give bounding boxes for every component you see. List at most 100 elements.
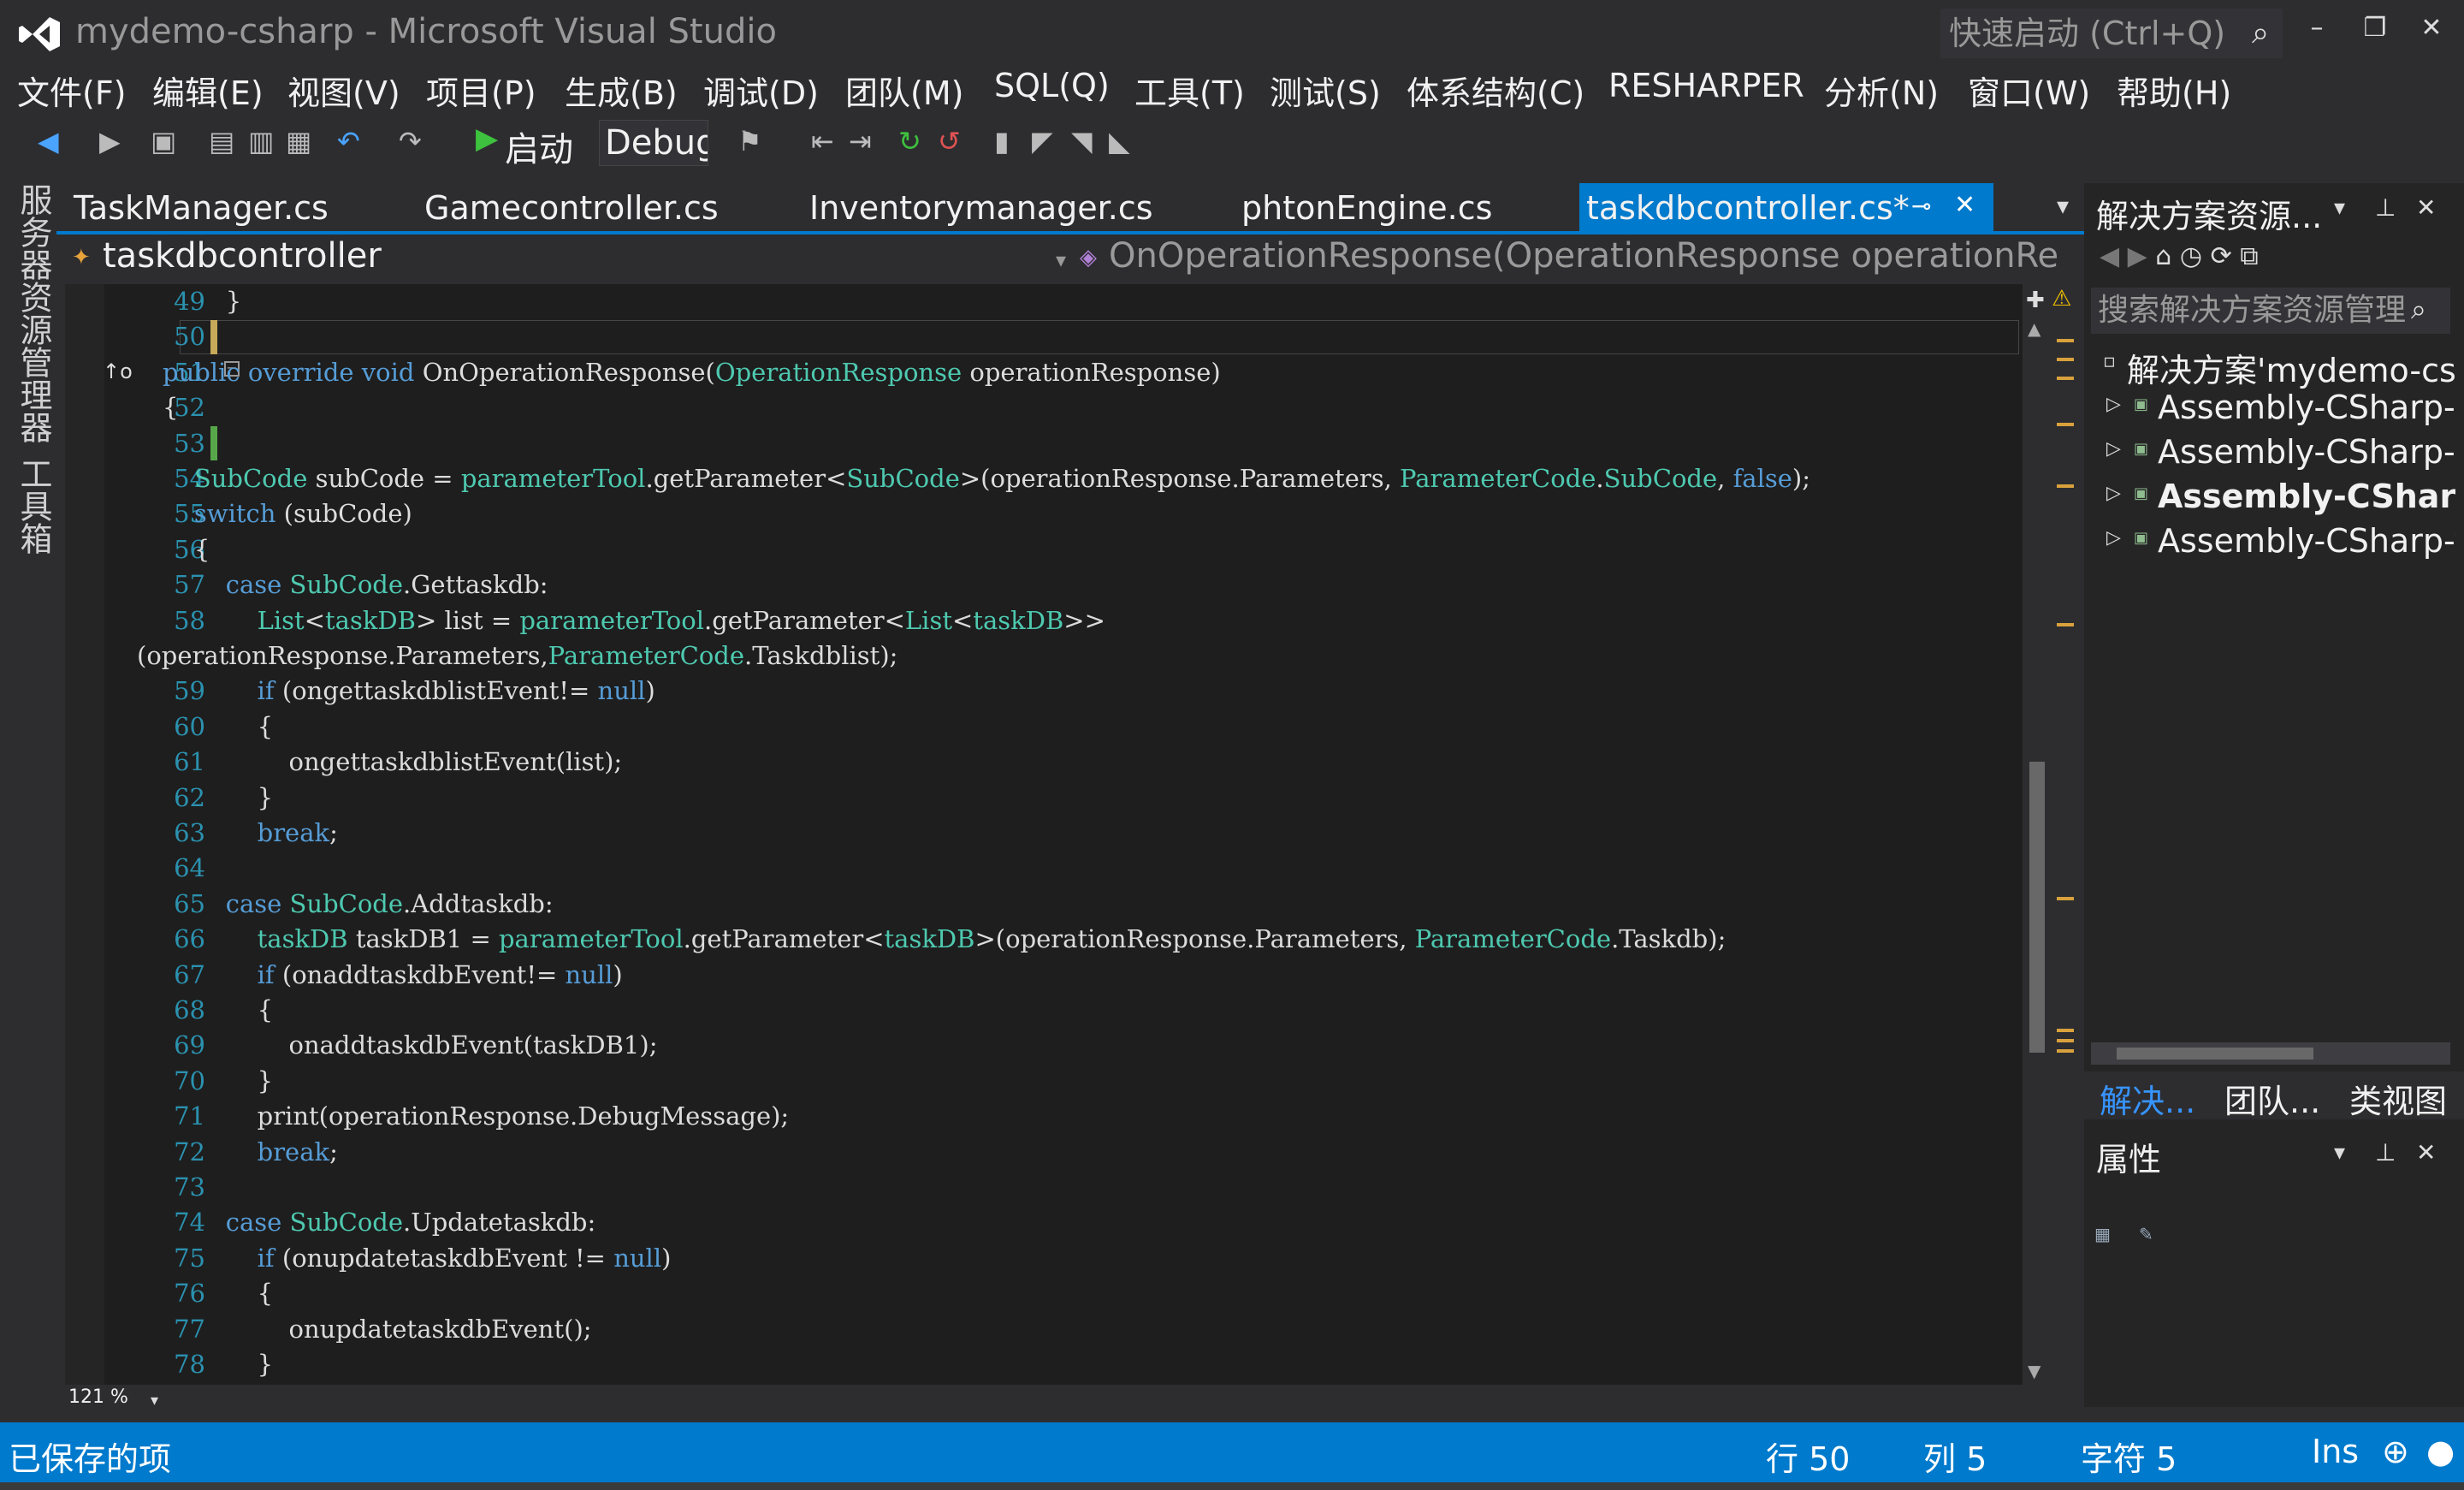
menu-analyze[interactable]: 分析(N) [1824,67,1939,114]
back-icon[interactable]: ◀ [2100,241,2119,271]
close-tab-icon[interactable]: ✕ [1954,190,1975,220]
back-icon[interactable]: ◀ [38,125,59,157]
zoom-dropdown-icon[interactable]: ▾ [151,1392,158,1410]
scroll-marker[interactable] [2057,358,2074,361]
code-line[interactable]: if (ongettaskdblistEvent!= null) [163,674,655,709]
type-dropdown[interactable]: taskdbcontroller [103,236,382,276]
menu-sql[interactable]: SQL(Q) [994,67,1110,104]
menu-debug[interactable]: 调试(D) [703,67,819,114]
menu-team[interactable]: 团队(M) [845,67,963,114]
solution-search-input[interactable]: 搜索解决方案资源管理 [2091,288,2450,334]
code-line[interactable]: SubCode subCode = parameterTool.getParam… [163,461,1810,496]
tab-gamecontroller[interactable]: Gamecontroller.cs [424,183,719,233]
horizontal-scrollbar[interactable] [65,1385,2023,1412]
quick-launch-input[interactable]: 快速启动 (Ctrl+Q) [1940,9,2283,58]
close-icon[interactable]: ✕ [2416,193,2436,222]
next-bookmark-icon[interactable]: ◥ [1071,125,1093,157]
scroll-marker[interactable] [2057,423,2074,426]
code-line[interactable]: { [163,1276,273,1311]
tree-item-project[interactable]: Assembly-CSharp-E [2158,433,2455,471]
bookmark-clear-icon[interactable]: ↺ [938,125,961,157]
undo-icon[interactable]: ↶ [337,125,360,157]
tab-taskdbcontroller[interactable]: taskdbcontroller.cs* ⊸ ✕ [1579,183,1993,233]
bookmark-next-icon[interactable]: ↻ [898,125,921,157]
code-line[interactable]: case SubCode.Addtaskdb: [163,887,554,922]
search-icon[interactable]: ⌕ [2411,293,2426,326]
menu-resharper[interactable]: RESHARPER [1608,67,1804,104]
menu-view[interactable]: 视图(V) [287,67,400,114]
code-line[interactable]: taskDB taskDB1 = parameterTool.getParame… [163,922,1727,957]
code-line[interactable]: break; [163,1135,338,1170]
code-line[interactable]: } [163,284,241,319]
menu-tools[interactable]: 工具(T) [1134,67,1245,114]
home-icon[interactable]: ⌂ [2155,241,2171,271]
se-horizontal-scrollbar[interactable] [2091,1042,2450,1065]
split-icon[interactable]: ✚ [2026,288,2045,313]
server-explorer-tab[interactable]: 服务器资源管理器 [10,183,57,443]
close-window-button[interactable]: ✕ [2408,7,2455,50]
code-line[interactable]: onaddtaskdbEvent(taskDB1); [163,1028,658,1063]
find-icon[interactable]: ⚑ [737,125,762,157]
code-line[interactable]: break; [163,816,338,851]
toolbox-tab[interactable]: 工具箱 [10,457,57,555]
expand-icon[interactable]: ▷ [2106,438,2121,460]
menu-edit[interactable]: 编辑(E) [152,67,264,114]
prev-bookmark-icon[interactable]: ◤ [1032,125,1053,157]
start-debug-icon[interactable]: ▶ [476,122,498,156]
minimize-button[interactable]: – [2293,7,2341,50]
tab-class-view[interactable]: 类视图 [2349,1075,2447,1122]
start-button[interactable]: 启动 [505,122,573,171]
code-line[interactable]: { [163,709,273,745]
menu-build[interactable]: 生成(B) [565,67,678,114]
tree-item-project[interactable]: Assembly-CSharp-v [2158,522,2455,560]
code-line[interactable]: } [163,781,273,816]
indent-icon[interactable]: ⇤ [811,125,834,157]
property-pages-icon[interactable]: ✎ [2139,1224,2153,1244]
scroll-marker[interactable] [2057,377,2074,380]
outdent-icon[interactable]: ⇥ [849,125,872,157]
save-icon[interactable]: ▥ [248,125,274,157]
code-line[interactable]: { [163,993,273,1028]
code-line[interactable]: case SubCode.Updatetaskdb: [163,1205,595,1240]
redo-icon[interactable]: ↷ [399,125,422,157]
code-line[interactable]: print(operationResponse.DebugMessage); [163,1099,790,1134]
categorized-icon[interactable]: ▦ [2094,1224,2111,1244]
menu-help[interactable]: 帮助(H) [2117,67,2231,114]
scroll-up-icon[interactable]: ▲ [2028,318,2040,339]
publish-icon[interactable]: ⊕ [2382,1433,2409,1470]
menu-file[interactable]: 文件(F) [17,67,127,114]
tree-item-startup-project[interactable]: Assembly-CSharp- [2158,478,2455,515]
new-project-icon[interactable]: ▣ [151,125,176,157]
scrollbar-thumb[interactable] [2029,762,2045,1053]
panel-menu-icon[interactable]: ▾ [2334,1140,2345,1166]
code-line[interactable]: if (onupdatetaskdbEvent != null) [163,1241,672,1276]
solution-configuration-select[interactable]: Debug [599,120,708,166]
code-line[interactable]: ongettaskdblistEvent(list); [163,745,623,780]
scroll-marker[interactable] [2057,1029,2074,1032]
pin-icon[interactable]: ⊥ [2375,193,2396,222]
code-line[interactable]: case SubCode.Gettaskdb: [163,567,548,603]
tab-inventorymanager[interactable]: Inventorymanager.cs [809,183,1153,233]
close-icon[interactable]: ✕ [2416,1138,2436,1166]
notification-icon[interactable]: ● [2426,1433,2455,1470]
search-icon[interactable]: ⌕ [2252,15,2269,51]
scroll-marker[interactable] [2057,1039,2074,1042]
tree-item-project[interactable]: Assembly-CSharp-E [2158,389,2455,426]
clear-bookmarks-icon[interactable]: ◣ [1109,125,1130,157]
code-line[interactable]: } [163,1064,273,1099]
tab-overflow-icon[interactable]: ▾ [2057,192,2069,220]
code-line[interactable]: (operationResponse.Parameters,ParameterC… [137,638,897,674]
sync-icon[interactable]: ◷ [2180,241,2202,271]
scroll-down-icon[interactable]: ▼ [2028,1361,2040,1381]
expand-icon[interactable]: ▷ [2106,483,2121,504]
pin-icon[interactable]: ⊸ [1911,192,1931,220]
warning-icon[interactable]: ⚠ [2052,286,2071,312]
scroll-marker[interactable] [2057,1049,2074,1053]
open-file-icon[interactable]: ▤ [209,125,234,157]
scroll-marker[interactable] [2057,623,2074,626]
save-all-icon[interactable]: ▦ [286,125,311,157]
code-line[interactable]: switch (subCode) [163,496,412,531]
panel-menu-icon[interactable]: ▾ [2334,195,2345,221]
forward-icon[interactable]: ▶ [99,125,121,157]
code-line[interactable]: if (onaddtaskdbEvent!= null) [163,958,623,993]
